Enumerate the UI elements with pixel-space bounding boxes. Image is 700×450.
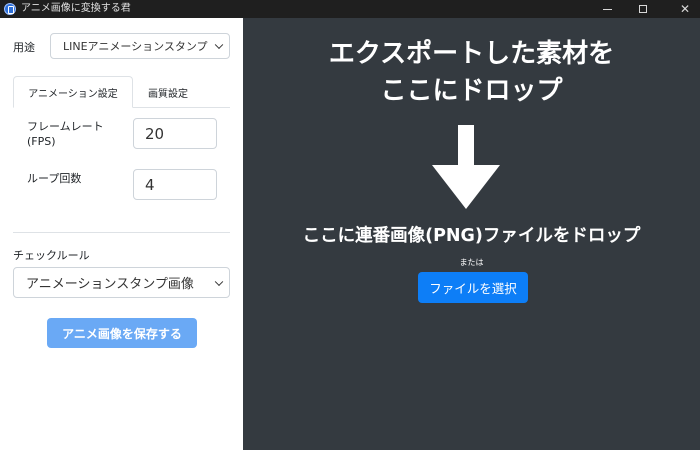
tab-label: 画質設定 <box>148 88 188 100</box>
select-file-button-label: ファイルを選択 <box>429 281 517 296</box>
usage-select-value: LINEアニメーションスタンプ <box>63 40 208 53</box>
arrow-down-icon <box>432 125 500 209</box>
title-bar: アニメ画像に変換する君 ✕ <box>0 0 700 18</box>
fps-label: フレームレート <box>27 120 104 133</box>
loop-count-label: ループ回数 <box>27 172 82 185</box>
usage-select[interactable]: LINEアニメーションスタンプ <box>50 33 230 59</box>
tab-animation-settings[interactable]: アニメーション設定 <box>13 76 133 108</box>
section-divider <box>13 232 230 233</box>
fps-unit-label: (FPS) <box>27 135 56 148</box>
save-animation-button[interactable]: アニメ画像を保存する <box>47 318 197 348</box>
save-animation-button-label: アニメ画像を保存する <box>62 326 182 341</box>
close-icon: ✕ <box>679 2 691 16</box>
app-icon <box>4 3 16 15</box>
maximize-button[interactable] <box>620 0 666 18</box>
chevron-down-icon <box>214 277 224 286</box>
loop-count-input-value: 4 <box>145 175 155 194</box>
check-rule-select[interactable]: アニメーションスタンプ画像 <box>13 267 230 298</box>
maximize-icon <box>639 5 647 13</box>
minimize-icon <box>602 8 612 10</box>
drop-zone[interactable]: エクスポートした素材を ここにドロップ ここに連番画像(PNG)ファイルをドロッ… <box>243 18 700 450</box>
settings-panel: 用途 LINEアニメーションスタンプ アニメーション設定 画質設定 フレームレー… <box>0 18 243 450</box>
drop-headline-line2: ここにドロップ <box>380 76 563 106</box>
loop-count-input[interactable]: 4 <box>133 169 217 200</box>
usage-label: 用途 <box>13 41 35 54</box>
fps-input-value: 20 <box>145 124 165 143</box>
or-text: または <box>459 258 484 267</box>
window-title: アニメ画像に変換する君 <box>21 3 131 14</box>
fps-input[interactable]: 20 <box>133 118 217 149</box>
drop-headline-line1: エクスポートした素材を <box>328 39 615 69</box>
check-rule-label: チェックルール <box>13 249 90 262</box>
check-rule-select-value: アニメーションスタンプ画像 <box>26 277 194 292</box>
tab-label: アニメーション設定 <box>28 88 118 100</box>
select-file-button[interactable]: ファイルを選択 <box>418 272 528 303</box>
drop-instruction: ここに連番画像(PNG)ファイルをドロップ <box>302 226 641 246</box>
chevron-down-icon <box>214 40 224 50</box>
tab-quality-settings[interactable]: 画質設定 <box>136 76 200 108</box>
close-button[interactable]: ✕ <box>662 0 700 18</box>
